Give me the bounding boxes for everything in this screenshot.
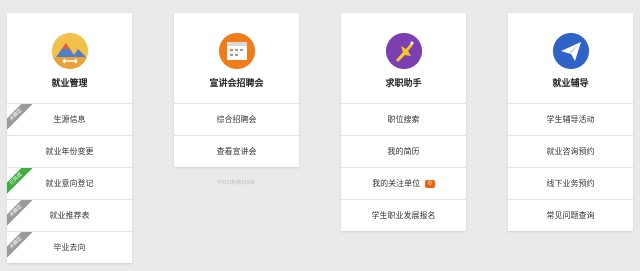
menu-item-offline-appointment[interactable]: 线下业务预约 — [508, 168, 633, 200]
card-title: 就业管理 — [51, 79, 88, 89]
menu-item-label: 毕业去向 — [53, 243, 86, 252]
card-header: 求职助手 — [341, 13, 466, 104]
menu-item-label: 学生辅导活动 — [546, 115, 595, 124]
card-header: 宣讲会招聘会 — [174, 13, 299, 104]
menu-item-student-source[interactable]: 未确定 生源信息 — [7, 104, 132, 136]
menu-item-label: 综合招聘会 — [216, 115, 257, 124]
status-ribbon: 已完成 — [7, 168, 33, 196]
card-employment-guidance: 就业辅导 学生辅导活动 就业咨询预约 线下业务预约 常见问题查询 — [508, 13, 633, 231]
paper-plane-icon — [552, 33, 589, 69]
menu-item-view-presentations[interactable]: 查看宣讲会 — [174, 136, 299, 167]
card-header: 就业管理 — [7, 13, 132, 104]
menu-item-label: 职位搜索 — [387, 115, 420, 124]
card-title: 求职助手 — [385, 79, 422, 89]
menu-item-followed-companies[interactable]: 我的关注单位 0 — [341, 168, 466, 200]
count-badge: 0 — [425, 179, 435, 188]
menu-item-label: 就业意向登记 — [45, 179, 94, 188]
menu-item-employment-intention[interactable]: 已完成 就业意向登记 — [7, 168, 132, 200]
menu-item-student-guidance-activities[interactable]: 学生辅导活动 — [508, 104, 633, 136]
menu-item-label: 查看宣讲会 — [216, 147, 257, 156]
menu-item-faq[interactable]: 常见问题查询 — [508, 200, 633, 231]
card-job-fairs: 宣讲会招聘会 综合招聘会 查看宣讲会 — [174, 13, 299, 167]
menu-item-graduation-year-change[interactable]: 就业年份变更 — [7, 136, 132, 168]
menu-item-label: 常见问题查询 — [546, 211, 595, 220]
menu-item-label: 就业年份变更 — [45, 147, 94, 156]
menu-item-label: 就业推荐表 — [49, 211, 90, 220]
card-title: 宣讲会招聘会 — [209, 79, 264, 89]
menu-item-consultation-appointment[interactable]: 就业咨询预约 — [508, 136, 633, 168]
menu-item-label: 我的简历 — [387, 147, 420, 156]
menu-item-label: 我的关注单位 — [372, 179, 421, 188]
status-ribbon: 未确定 — [7, 200, 33, 228]
menu-item-label: 生源信息 — [53, 115, 86, 124]
menu-item-label: 线下业务预约 — [546, 179, 595, 188]
card-job-assistant: 求职助手 职位搜索 我的简历 我的关注单位 0 学生职业发展报名 — [341, 13, 466, 231]
menu-item-job-search[interactable]: 职位搜索 — [341, 104, 466, 136]
menu-item-label: 学生职业发展报名 — [371, 211, 436, 220]
mountain-landscape-icon — [51, 33, 88, 69]
menu-item-graduate-destination[interactable]: 未确定 毕业去向 — [7, 232, 132, 263]
card-title: 就业辅导 — [552, 79, 589, 89]
card-header: 就业辅导 — [508, 13, 633, 104]
menu-item-my-resume[interactable]: 我的简历 — [341, 136, 466, 168]
menu-item-label: 就业咨询预约 — [546, 147, 595, 156]
status-ribbon: 未确定 — [7, 104, 33, 132]
card-employment-management: 就业管理 未确定 生源信息 就业年份变更 已完成 就业意向登记 未确定 就业推荐… — [7, 13, 132, 263]
status-ribbon: 未确定 — [7, 232, 33, 260]
calendar-board-icon — [218, 33, 255, 69]
pointing-hand-icon — [385, 33, 422, 69]
menu-item-career-development-signup[interactable]: 学生职业发展报名 — [341, 200, 466, 231]
menu-item-recommendation-form[interactable]: 未确定 就业推荐表 — [7, 200, 132, 232]
menu-item-comprehensive-job-fair[interactable]: 综合招聘会 — [174, 104, 299, 136]
presentation-count-note: 今日1场/明日0场 — [216, 180, 255, 186]
